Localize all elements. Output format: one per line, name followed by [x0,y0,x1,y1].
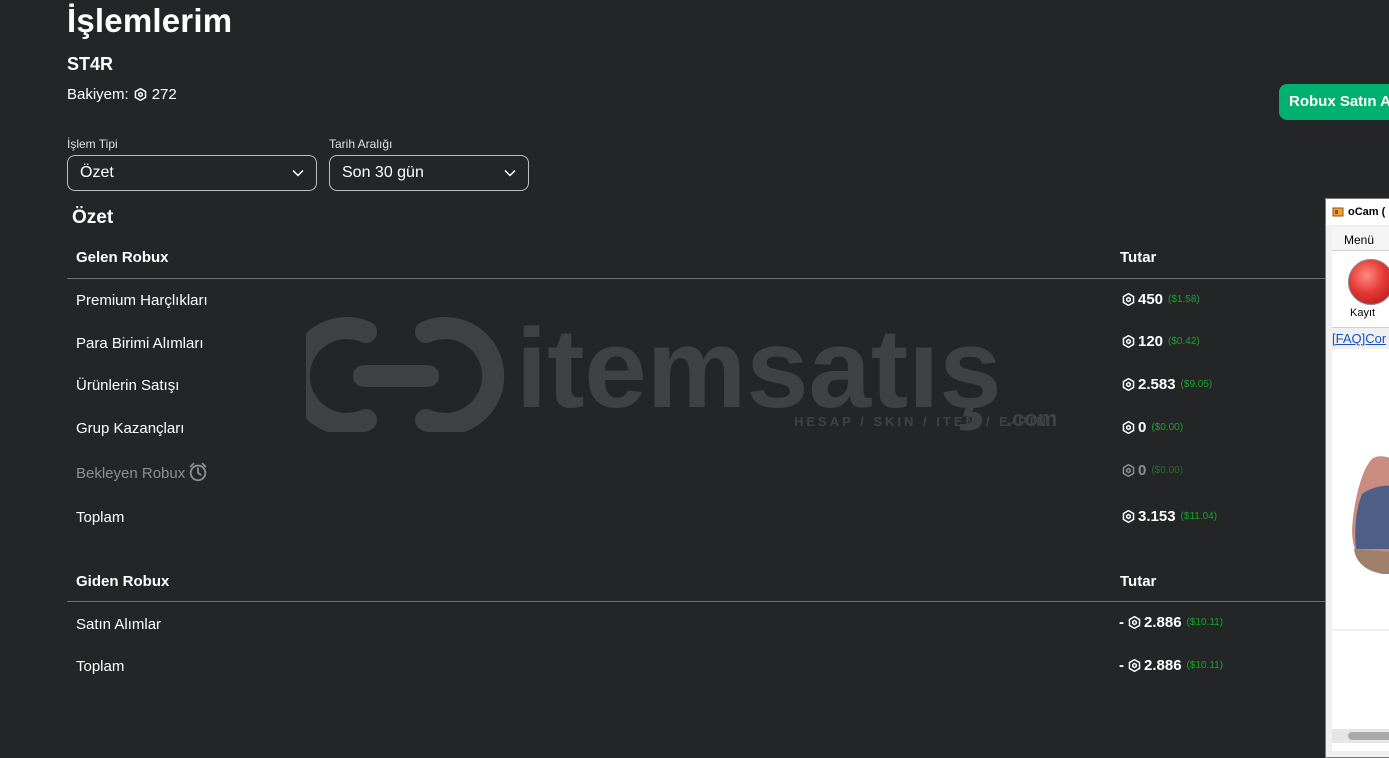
amount-value: 450 [1138,291,1164,308]
record-label: Kayıt [1350,307,1376,319]
page-title: İşlemlerim [67,2,233,39]
ocam-app-icon [1332,207,1344,217]
amount-value: 3.153 [1138,508,1176,525]
amount-value: 2.886 [1144,614,1182,631]
buy-robux-button[interactable]: Robux Satın Al [1279,84,1389,120]
incoming-row-amount: 2.583 ($9.05) [1122,376,1212,393]
shoe-image [1352,456,1389,574]
outgoing-total-amount: - 2.886 ($10.11) [1119,657,1223,674]
transaction-type-value: Özet [80,164,114,181]
incoming-total-amount: 3.153 ($11.04) [1122,508,1217,525]
ocam-faq-link[interactable]: [FAQ]Cor [1332,331,1386,346]
amount-value: 0 [1138,419,1147,436]
robux-icon [1122,293,1135,306]
incoming-row-amount: 450 ($1.58) [1122,291,1200,308]
date-range-value: Son 30 gün [342,164,424,181]
robux-icon [1122,378,1135,391]
incoming-row-label: Bekleyen Robux [76,464,186,482]
usd-value: ($9.05) [1180,379,1213,390]
robux-icon [1122,335,1135,348]
ocam-window[interactable]: oCam ( Menü Kayıt [FAQ]Cor [1325,198,1389,758]
ocam-preview [1332,349,1389,629]
usd-value: ($10.11) [1186,617,1224,628]
robux-icon [134,88,147,101]
transaction-type-select[interactable]: Özet [67,155,317,191]
record-button[interactable] [1348,259,1389,305]
amount-value: 0 [1138,462,1147,479]
chevron-down-icon [292,169,304,177]
date-range-label: Tarih Aralığı [329,137,393,151]
incoming-amount-header: Tutar [1120,249,1157,266]
incoming-row-label: Para Birimi Alımları [76,335,204,352]
incoming-row-label: Premium Harçlıkları [76,292,208,309]
outgoing-header: Giden Robux [76,573,170,590]
balance: Bakiyem: 272 [67,86,177,103]
robux-icon [1122,464,1135,477]
amount-value: 120 [1138,333,1164,350]
usd-value: ($10.11) [1186,660,1224,671]
incoming-divider [67,278,1325,279]
ocam-menu-button[interactable]: Menü [1332,227,1389,251]
outgoing-total-label: Toplam [76,658,125,675]
outgoing-row-label: Satın Alımlar [76,616,162,633]
chevron-down-icon [504,169,516,177]
usd-value: ($1.58) [1168,294,1200,305]
amount-value: 2.886 [1144,657,1182,674]
ocam-toolbar: Kayıt [1332,251,1389,328]
robux-icon [1128,659,1141,672]
balance-label: Bakiyem: [67,86,129,103]
watermark-suffix: .com [1006,406,1057,431]
incoming-row-amount: 0 ($0.00) [1122,419,1183,436]
ocam-titlebar[interactable]: oCam ( [1326,199,1389,225]
balance-value: 272 [151,86,177,103]
minus-sign: - [1119,657,1124,674]
outgoing-divider [67,601,1325,602]
ocam-scrollbar[interactable] [1332,729,1389,743]
summary-title: Özet [72,207,114,228]
username: ST4R [67,54,114,74]
robux-icon [1122,510,1135,523]
minus-sign: - [1119,614,1124,631]
incoming-row-amount: 0 ($0.00) [1122,462,1183,479]
incoming-row-label: Ürünlerin Satışı [76,377,180,394]
transaction-type-label: İşlem Tipi [67,137,118,151]
date-range-select[interactable]: Son 30 gün [329,155,529,191]
robux-icon [1122,421,1135,434]
robux-icon [1128,616,1141,629]
usd-value: ($0.00) [1151,465,1184,476]
usd-value: ($11.04) [1180,511,1218,522]
watermark-tagline: HESAP / SKIN / ITEM / E-PIN [794,414,1049,429]
incoming-row-label: Grup Kazançları [76,420,185,437]
pending-robux-row: Bekleyen Robux [76,462,209,483]
incoming-header: Gelen Robux [76,249,169,266]
watermark-brand: itemsatış [516,312,1002,431]
outgoing-amount-header: Tutar [1120,573,1157,590]
alarm-clock-icon [189,462,207,482]
watermark-logo: itemsatış HESAP / SKIN / ITEM / E-PIN .c… [306,312,1057,432]
usd-value: ($0.00) [1151,422,1184,433]
ocam-title: oCam ( [1348,206,1386,218]
outgoing-row-amount: - 2.886 ($10.11) [1119,614,1223,631]
incoming-row-amount: 120 ($0.42) [1122,333,1200,350]
incoming-total-label: Toplam [76,509,125,526]
amount-value: 2.583 [1138,376,1176,393]
usd-value: ($0.42) [1168,336,1200,347]
ocam-scrollbar-thumb[interactable] [1348,732,1389,740]
